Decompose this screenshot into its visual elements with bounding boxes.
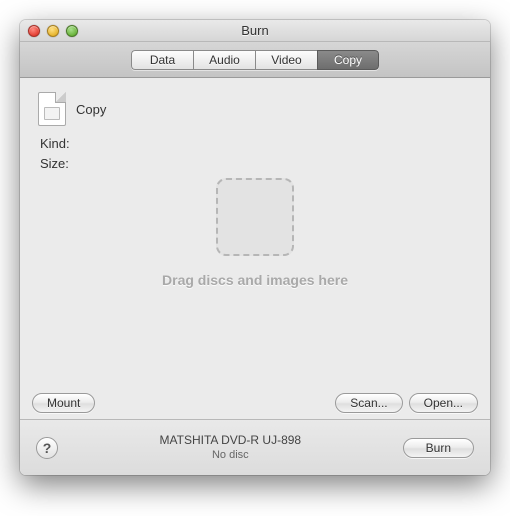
traffic-lights [28, 25, 78, 37]
help-button[interactable]: ? [36, 437, 58, 459]
kind-label: Kind: [40, 136, 70, 151]
document-icon [38, 92, 66, 126]
window-title: Burn [20, 23, 490, 38]
drive-status: No disc [68, 448, 393, 463]
drop-target-icon [216, 178, 294, 256]
zoom-icon[interactable] [66, 25, 78, 37]
toolbar: Data Audio Video Copy [20, 42, 490, 78]
action-row: Mount Scan... Open... [32, 393, 478, 413]
tab-video[interactable]: Video [255, 50, 317, 70]
close-icon[interactable] [28, 25, 40, 37]
open-button[interactable]: Open... [409, 393, 478, 413]
footer: ? MATSHITA DVD-R UJ-898 No disc Burn [20, 419, 490, 475]
file-name: Copy [76, 102, 106, 117]
mount-button[interactable]: Mount [32, 393, 95, 413]
scan-button[interactable]: Scan... [335, 393, 402, 413]
drive-info: MATSHITA DVD-R UJ-898 No disc [68, 432, 393, 463]
file-header: Copy [38, 92, 472, 126]
minimize-icon[interactable] [47, 25, 59, 37]
tab-copy[interactable]: Copy [317, 50, 379, 70]
drop-hint: Drag discs and images here [162, 272, 348, 288]
tab-data[interactable]: Data [131, 50, 193, 70]
kind-row: Kind: [40, 134, 472, 154]
titlebar: Burn [20, 20, 490, 42]
tab-audio[interactable]: Audio [193, 50, 255, 70]
file-meta: Kind: Size: [40, 134, 472, 173]
app-window: Burn Data Audio Video Copy Copy Kind: Si… [20, 20, 490, 475]
drive-name: MATSHITA DVD-R UJ-898 [68, 432, 393, 448]
burn-button[interactable]: Burn [403, 438, 474, 458]
size-label: Size: [40, 156, 69, 171]
mode-tabs: Data Audio Video Copy [131, 50, 379, 70]
content-area: Copy Kind: Size: Drag discs and images h… [20, 78, 490, 419]
drop-zone[interactable]: Drag discs and images here [162, 178, 348, 288]
size-row: Size: [40, 154, 472, 174]
